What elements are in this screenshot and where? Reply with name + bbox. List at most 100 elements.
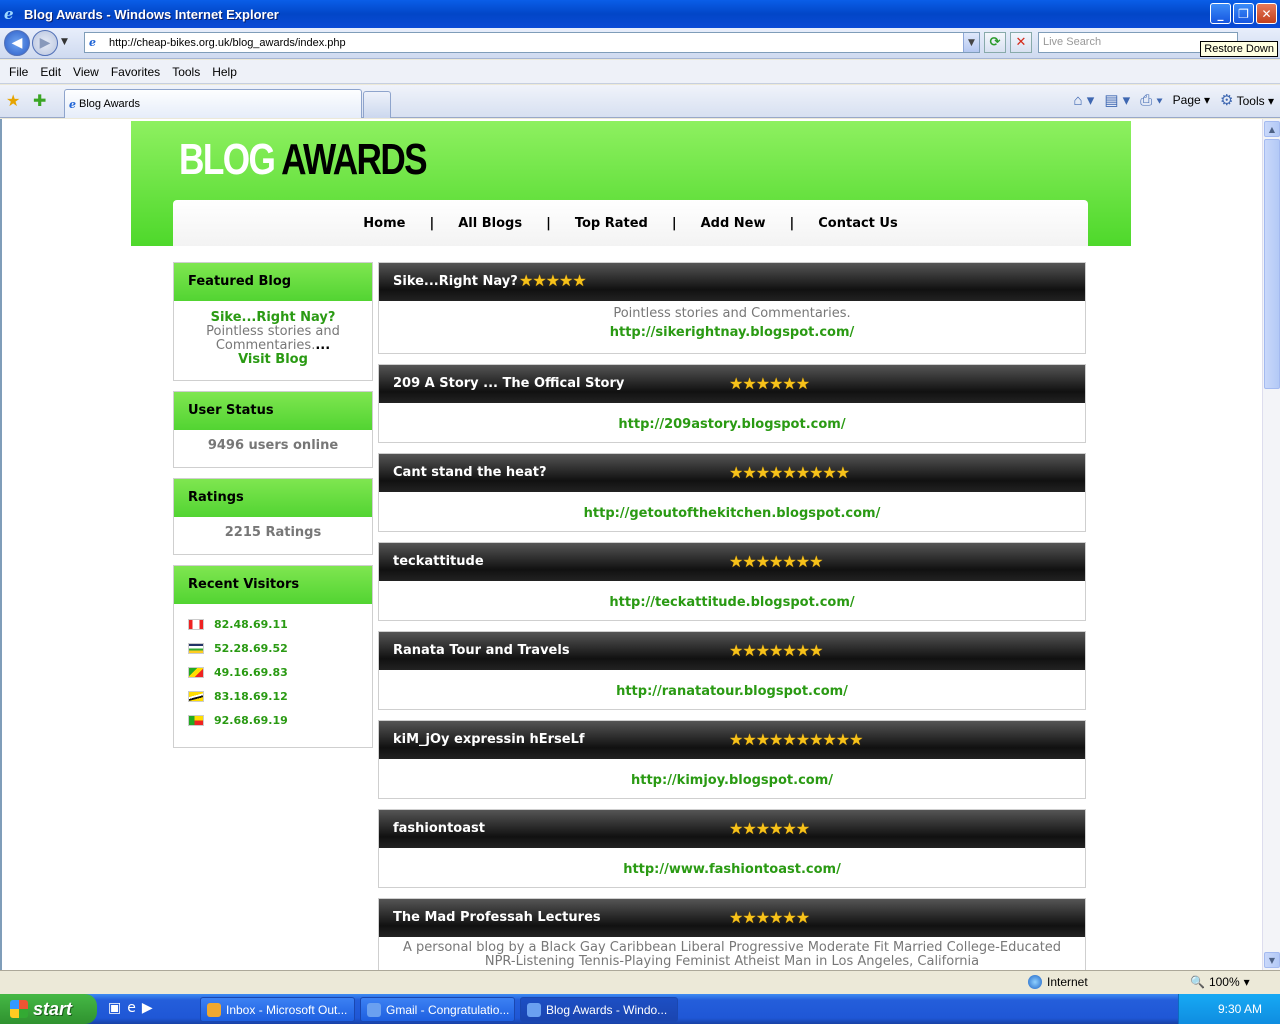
entry-title[interactable]: fashiontoast: [393, 821, 485, 836]
window-controls: _ ❐ ✕: [1210, 3, 1277, 24]
user-status-heading: User Status: [174, 392, 372, 430]
visitor-list: 82.48.69.11 52.28.69.52 49.16.69.83 83.1…: [174, 604, 372, 732]
nav-home[interactable]: Home: [363, 216, 405, 231]
entry-rating-stars: ★★★★★: [519, 271, 587, 290]
new-tab-button[interactable]: [363, 91, 391, 118]
media-player-icon[interactable]: ▶: [142, 1000, 153, 1016]
show-desktop-icon[interactable]: ▣: [108, 1000, 121, 1016]
entry-title[interactable]: Ranata Tour and Travels: [393, 643, 570, 658]
entry-title[interactable]: teckattitude: [393, 554, 484, 569]
window-title: Blog Awards - Windows Internet Explorer: [24, 6, 279, 22]
home-icon[interactable]: ⌂ ▾: [1074, 91, 1095, 109]
security-zone[interactable]: Internet: [1028, 975, 1088, 989]
zoom-icon: 🔍: [1190, 975, 1205, 989]
minimize-button[interactable]: _: [1210, 3, 1231, 24]
close-button[interactable]: ✕: [1256, 3, 1277, 24]
entry-link[interactable]: http://getoutofthekitchen.blogspot.com/: [379, 492, 1085, 530]
feeds-icon[interactable]: ▤ ▾: [1104, 91, 1130, 109]
nav-separator: |: [789, 215, 795, 231]
entry-header: The Mad Professah Lectures ★★★★★★: [379, 899, 1085, 937]
list-item: 52.28.69.52: [174, 636, 372, 660]
tools-menu-label: Tools: [1236, 94, 1265, 108]
recent-visitors-heading: Recent Visitors: [174, 566, 372, 604]
add-favorite-icon[interactable]: ✚: [33, 91, 46, 110]
taskbar: start ▣ e ▶ Inbox - Microsoft Out... Gma…: [0, 994, 1280, 1024]
menu-edit[interactable]: Edit: [34, 65, 67, 79]
recent-visitors-box: Recent Visitors 82.48.69.11 52.28.69.52 …: [173, 565, 373, 748]
nav-all-blogs[interactable]: All Blogs: [458, 216, 522, 231]
entry-title[interactable]: kiM_jOy expressin hErseLf: [393, 732, 585, 747]
menu-tools[interactable]: Tools: [166, 65, 206, 79]
blog-entry: Sike...Right Nay? ★★★★★ Pointless stories…: [378, 262, 1086, 354]
favorites-star-icon[interactable]: ★: [6, 91, 20, 110]
address-url[interactable]: http://cheap-bikes.org.uk/blog_awards/in…: [109, 37, 963, 49]
entry-title[interactable]: The Mad Professah Lectures: [393, 910, 601, 925]
menu-view[interactable]: View: [67, 65, 105, 79]
task-label: Gmail - Congratulatio...: [386, 1002, 510, 1017]
print-icon[interactable]: ⎙ ▾: [1140, 92, 1162, 109]
task-label: Blog Awards - Windo...: [546, 1002, 668, 1017]
visitor-ip: 92.68.69.19: [214, 713, 288, 727]
entry-link[interactable]: http://teckattitude.blogspot.com/: [379, 581, 1085, 619]
nav-contact-us[interactable]: Contact Us: [818, 216, 897, 231]
entry-title[interactable]: Sike...Right Nay?: [393, 274, 518, 289]
entry-rating-stars: ★★★★★★★: [729, 641, 823, 660]
nav-add-new[interactable]: Add New: [701, 216, 766, 231]
ratings-heading: Ratings: [174, 479, 372, 517]
central-african-republic-flag-icon: [188, 642, 204, 654]
scroll-down-icon[interactable]: ▼: [1264, 952, 1280, 968]
start-button[interactable]: start: [0, 994, 97, 1024]
logo-awards: AWARDS: [281, 135, 428, 184]
refresh-button[interactable]: ⟳: [984, 32, 1006, 53]
forward-button[interactable]: ▶: [32, 30, 58, 56]
entry-rating-stars: ★★★★★★★★★★: [729, 730, 863, 749]
scroll-up-icon[interactable]: ▲: [1264, 121, 1280, 137]
benin-flag-icon: [188, 714, 204, 726]
status-bar: Internet 🔍 100% ▾: [0, 970, 1280, 994]
entry-header: Cant stand the heat? ★★★★★★★★★: [379, 454, 1085, 492]
blog-entry: The Mad Professah Lectures ★★★★★★ A perso…: [378, 898, 1086, 970]
address-toolbar: ◀ ▶ ▼ e http://cheap-bikes.org.uk/blog_a…: [0, 28, 1280, 59]
tab-label: Blog Awards: [79, 98, 140, 110]
entry-link[interactable]: http://www.fashiontoast.com/: [379, 848, 1085, 886]
user-status-box: User Status 9496 users online: [173, 391, 373, 468]
stop-button[interactable]: ✕: [1010, 32, 1032, 53]
nav-top-rated[interactable]: Top Rated: [575, 216, 648, 231]
ie-quicklaunch-icon[interactable]: e: [127, 1000, 136, 1016]
entry-title[interactable]: 209 A Story ... The Offical Story: [393, 376, 624, 391]
task-gmail[interactable]: Gmail - Congratulatio...: [360, 997, 515, 1022]
recent-pages-dropdown-icon[interactable]: ▼: [61, 37, 68, 47]
vertical-scrollbar[interactable]: ▲ ▼: [1262, 119, 1280, 970]
title-bar[interactable]: e Blog Awards - Windows Internet Explore…: [0, 0, 1280, 28]
address-dropdown-icon[interactable]: ▼: [963, 33, 979, 52]
task-outlook[interactable]: Inbox - Microsoft Out...: [200, 997, 355, 1022]
address-bar[interactable]: e http://cheap-bikes.org.uk/blog_awards/…: [84, 32, 980, 53]
congo-flag-icon: [188, 666, 204, 678]
menu-favorites[interactable]: Favorites: [105, 65, 166, 79]
entry-header: teckattitude ★★★★★★★: [379, 543, 1085, 581]
tab-blog-awards[interactable]: e Blog Awards: [64, 89, 362, 118]
entry-link[interactable]: http://sikerightnay.blogspot.com/: [379, 321, 1085, 349]
restore-down-button[interactable]: ❐: [1233, 3, 1254, 24]
entry-title[interactable]: Cant stand the heat?: [393, 465, 547, 480]
menu-help[interactable]: Help: [206, 65, 243, 79]
visitor-ip: 49.16.69.83: [214, 665, 288, 679]
page-menu-button[interactable]: Page ▾: [1173, 93, 1210, 107]
zoom-control[interactable]: 🔍 100% ▾: [1190, 975, 1250, 989]
visit-blog-link[interactable]: Visit Blog: [182, 353, 364, 367]
menu-file[interactable]: File: [3, 65, 34, 79]
featured-blog-title[interactable]: Sike...Right Nay?: [182, 311, 364, 325]
task-blog-awards[interactable]: Blog Awards - Windo...: [520, 997, 678, 1022]
ratings-count: 2215 Ratings: [224, 525, 322, 540]
site-logo[interactable]: BLOG AWARDS: [179, 135, 428, 185]
ie-icon: [527, 1002, 541, 1017]
system-tray: 9:30 AM: [1178, 994, 1280, 1024]
tools-menu-button[interactable]: ⚙ Tools ▾: [1220, 91, 1274, 109]
scroll-thumb[interactable]: [1264, 139, 1280, 389]
brunei-flag-icon: [188, 690, 204, 702]
nav-separator: |: [546, 215, 551, 231]
entry-link[interactable]: http://kimjoy.blogspot.com/: [379, 759, 1085, 797]
back-button[interactable]: ◀: [4, 30, 30, 56]
entry-link[interactable]: http://209astory.blogspot.com/: [379, 403, 1085, 441]
entry-link[interactable]: http://ranatatour.blogspot.com/: [379, 670, 1085, 708]
